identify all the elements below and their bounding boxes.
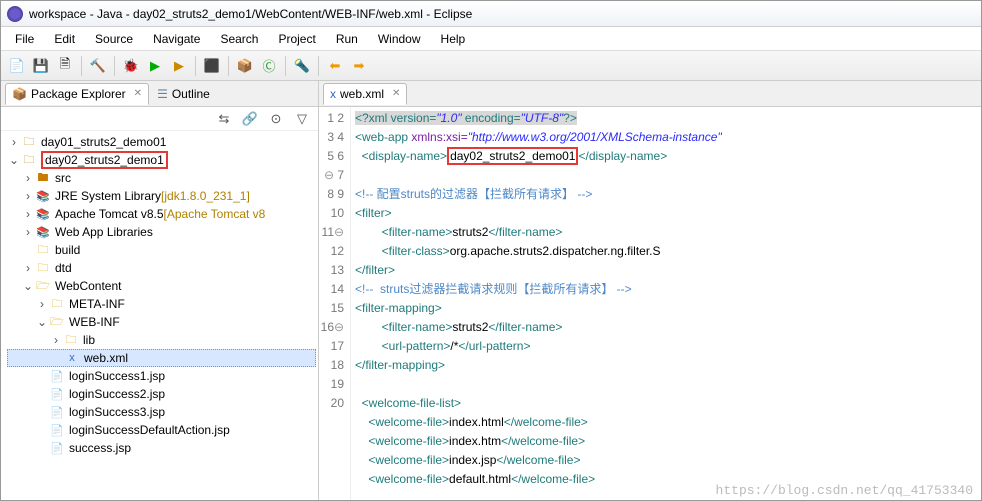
title-bar: workspace - Java - day02_struts2_demo1/W… xyxy=(1,1,981,27)
tree-label: build xyxy=(55,243,80,257)
tab-outline[interactable]: ☰ Outline xyxy=(151,84,216,104)
forward-button[interactable]: ➡ xyxy=(349,56,369,76)
run-button[interactable]: ▶ xyxy=(145,56,165,76)
editor-tabs: x web.xml ✕ xyxy=(319,81,981,107)
close-icon[interactable]: ✕ xyxy=(134,88,142,99)
menu-source[interactable]: Source xyxy=(87,30,141,48)
left-panel: 📦 Package Explorer ✕ ☰ Outline ⇆ 🔗 ⊙ ▽ ›… xyxy=(1,81,319,500)
back-button[interactable]: ⬅ xyxy=(325,56,345,76)
collapse-all-icon[interactable]: ⇆ xyxy=(214,109,234,129)
code-editor[interactable]: 1 2 3 4 5 6⊖ 7 8 9 10 11⊖ 12 13 14 15 16… xyxy=(319,107,981,500)
webxml-node[interactable]: xweb.xml xyxy=(7,349,316,367)
decorator: [jdk1.8.0_231_1] xyxy=(161,189,250,203)
project-node[interactable]: ›🗀day01_struts2_demo01 xyxy=(7,133,316,151)
tree-label: src xyxy=(55,171,71,185)
decorator: [Apache Tomcat v8 xyxy=(164,207,266,221)
webapp-lib-node[interactable]: ›📚Web App Libraries xyxy=(7,223,316,241)
jsp-file[interactable]: 📄loginSuccess1.jsp xyxy=(7,367,316,385)
tree-label: META-INF xyxy=(69,297,125,311)
view-menu-icon[interactable]: ▽ xyxy=(292,109,312,129)
menu-help[interactable]: Help xyxy=(433,30,474,48)
tree-label: Apache Tomcat v8.5 xyxy=(55,207,164,221)
tree-label: WEB-INF xyxy=(69,315,120,329)
menu-bar: File Edit Source Navigate Search Project… xyxy=(1,27,981,51)
menu-window[interactable]: Window xyxy=(370,30,429,48)
tree-label: day01_struts2_demo01 xyxy=(41,135,166,149)
work-area: 📦 Package Explorer ✕ ☰ Outline ⇆ 🔗 ⊙ ▽ ›… xyxy=(1,81,981,500)
search-button[interactable]: 🔦 xyxy=(292,56,312,76)
run-last-button[interactable]: ▶ xyxy=(169,56,189,76)
tomcat-node[interactable]: ›📚Apache Tomcat v8.5 [Apache Tomcat v8 xyxy=(7,205,316,223)
watermark: https://blog.csdn.net/qq_41753340 xyxy=(716,483,973,498)
tab-label: Package Explorer xyxy=(31,87,126,101)
project-node[interactable]: ⌄🗀day02_struts2_demo1 xyxy=(7,151,316,169)
focus-icon[interactable]: ⊙ xyxy=(266,109,286,129)
tree-label: WebContent xyxy=(55,279,122,293)
menu-edit[interactable]: Edit xyxy=(46,30,83,48)
tree-label: loginSuccess1.jsp xyxy=(69,369,165,383)
jsp-file[interactable]: 📄loginSuccessDefaultAction.jsp xyxy=(7,421,316,439)
toolbar-separator xyxy=(195,56,196,76)
tree-label: loginSuccessDefaultAction.jsp xyxy=(69,423,230,437)
build-button[interactable]: 🔨 xyxy=(88,56,108,76)
tree-label: lib xyxy=(83,333,95,347)
build-node[interactable]: 🗀build xyxy=(7,241,316,259)
save-button[interactable]: 💾 xyxy=(31,56,51,76)
jsp-file[interactable]: 📄success.jsp xyxy=(7,439,316,457)
tree-label: JRE System Library xyxy=(55,189,161,203)
package-explorer-tree: ›🗀day01_struts2_demo01 ⌄🗀day02_struts2_d… xyxy=(1,131,318,500)
tree-label: loginSuccess3.jsp xyxy=(69,405,165,419)
outline-icon: ☰ xyxy=(157,87,168,101)
new-class-button[interactable]: Ⓒ xyxy=(259,56,279,76)
src-node[interactable]: ›🖿src xyxy=(7,169,316,187)
left-tabs: 📦 Package Explorer ✕ ☰ Outline xyxy=(1,81,318,107)
jre-node[interactable]: ›📚JRE System Library [jdk1.8.0_231_1] xyxy=(7,187,316,205)
tree-label: success.jsp xyxy=(69,441,131,455)
metainf-node[interactable]: ›🗀META-INF xyxy=(7,295,316,313)
tree-label: dtd xyxy=(55,261,72,275)
menu-search[interactable]: Search xyxy=(212,30,266,48)
tree-label: day02_struts2_demo1 xyxy=(41,151,168,169)
menu-run[interactable]: Run xyxy=(328,30,366,48)
lib-node[interactable]: ›🗀lib xyxy=(7,331,316,349)
webinf-node[interactable]: ⌄🗁WEB-INF xyxy=(7,313,316,331)
toolbar-separator xyxy=(81,56,82,76)
toolbar-separator xyxy=(228,56,229,76)
dtd-node[interactable]: ›🗀dtd xyxy=(7,259,316,277)
tree-label: loginSuccess2.jsp xyxy=(69,387,165,401)
debug-button[interactable]: 🐞 xyxy=(121,56,141,76)
eclipse-icon xyxy=(7,6,23,22)
jsp-file[interactable]: 📄loginSuccess2.jsp xyxy=(7,385,316,403)
code-area[interactable]: <?xml version="1.0" encoding="UTF-8"?> <… xyxy=(351,107,981,500)
new-package-button[interactable]: 📦 xyxy=(235,56,255,76)
toolbar-separator xyxy=(114,56,115,76)
tab-label: Outline xyxy=(172,87,210,101)
link-editor-icon[interactable]: 🔗 xyxy=(240,109,260,129)
close-icon[interactable]: ✕ xyxy=(392,88,400,99)
line-gutter: 1 2 3 4 5 6⊖ 7 8 9 10 11⊖ 12 13 14 15 16… xyxy=(319,107,351,500)
tab-package-explorer[interactable]: 📦 Package Explorer ✕ xyxy=(5,83,149,105)
toolbar-separator xyxy=(285,56,286,76)
menu-file[interactable]: File xyxy=(7,30,42,48)
new-button[interactable]: 📄 xyxy=(7,56,27,76)
editor-tab-webxml[interactable]: x web.xml ✕ xyxy=(323,83,407,105)
toolbar-separator xyxy=(318,56,319,76)
explorer-toolbar: ⇆ 🔗 ⊙ ▽ xyxy=(1,107,318,131)
menu-navigate[interactable]: Navigate xyxy=(145,30,208,48)
editor-tab-label: web.xml xyxy=(340,87,384,101)
window-title: workspace - Java - day02_struts2_demo1/W… xyxy=(29,7,472,21)
tree-label: Web App Libraries xyxy=(55,225,153,239)
menu-project[interactable]: Project xyxy=(270,30,323,48)
webcontent-node[interactable]: ⌄🗁WebContent xyxy=(7,277,316,295)
editor-panel: x web.xml ✕ 1 2 3 4 5 6⊖ 7 8 9 10 11⊖ 12… xyxy=(319,81,981,500)
stop-button[interactable]: ⬛ xyxy=(202,56,222,76)
xml-icon: x xyxy=(330,87,336,101)
jsp-file[interactable]: 📄loginSuccess3.jsp xyxy=(7,403,316,421)
package-icon: 📦 xyxy=(12,87,27,101)
main-toolbar: 📄 💾 🗎 🔨 🐞 ▶ ▶ ⬛ 📦 Ⓒ 🔦 ⬅ ➡ xyxy=(1,51,981,81)
tree-label: web.xml xyxy=(84,351,128,365)
save-all-button[interactable]: 🗎 xyxy=(55,56,75,76)
